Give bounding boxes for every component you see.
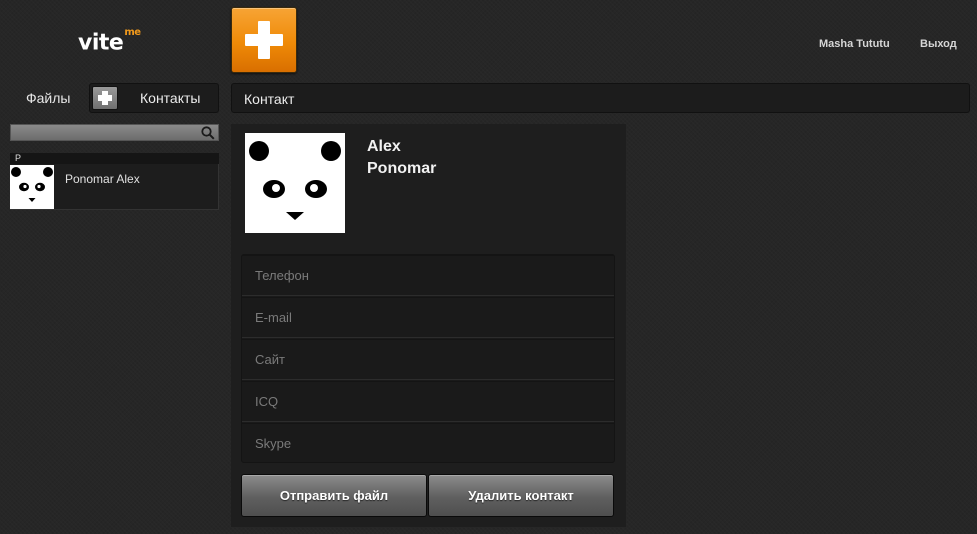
- plus-icon-bar: [98, 95, 112, 101]
- skype-field[interactable]: [255, 434, 595, 452]
- tab-contacts[interactable]: Контакты: [89, 83, 219, 113]
- add-button[interactable]: [231, 7, 297, 73]
- contact-search: [10, 124, 219, 141]
- contact-list-item[interactable]: Ponomar Alex: [10, 164, 219, 210]
- panda-avatar-thumbnail: [10, 165, 54, 209]
- contact-list-item-name: Ponomar Alex: [65, 172, 140, 186]
- contact-first-name: Alex: [367, 138, 401, 155]
- search-input[interactable]: [13, 125, 193, 140]
- contact-fields: [241, 254, 615, 463]
- plus-icon-bar: [245, 34, 283, 46]
- delete-contact-button[interactable]: Удалить контакт: [428, 474, 614, 517]
- email-field[interactable]: [255, 308, 595, 326]
- contact-group-letter: P: [10, 153, 219, 164]
- icq-field-row: [242, 381, 614, 422]
- logout-link[interactable]: Выход: [920, 38, 957, 50]
- group-letter-label: P: [15, 153, 22, 163]
- panda-avatar: [245, 133, 345, 233]
- contact-last-name: Ponomar: [367, 160, 437, 177]
- website-field-row: [242, 339, 614, 380]
- content-header-title: Контакт: [244, 91, 295, 107]
- email-field-row: [242, 297, 614, 338]
- logo-superscript: me: [124, 27, 141, 38]
- phone-field[interactable]: [255, 266, 595, 284]
- phone-field-row: [242, 255, 614, 296]
- user-name-link[interactable]: Masha Tututu: [819, 38, 890, 50]
- logo-text: vite: [78, 30, 124, 56]
- skype-field-row: [242, 423, 614, 464]
- send-file-button[interactable]: Отправить файл: [241, 474, 427, 517]
- contact-card: Alex Ponomar Отправить файл Удалить конт…: [231, 124, 626, 527]
- website-field[interactable]: [255, 350, 595, 368]
- app-logo[interactable]: viteme: [78, 24, 141, 58]
- search-icon[interactable]: [201, 126, 215, 140]
- add-contact-button[interactable]: [92, 86, 118, 110]
- icq-field[interactable]: [255, 392, 595, 410]
- tab-files[interactable]: Файлы: [26, 90, 70, 106]
- content-header: Контакт: [231, 83, 970, 113]
- tab-contacts-label: Контакты: [140, 90, 201, 106]
